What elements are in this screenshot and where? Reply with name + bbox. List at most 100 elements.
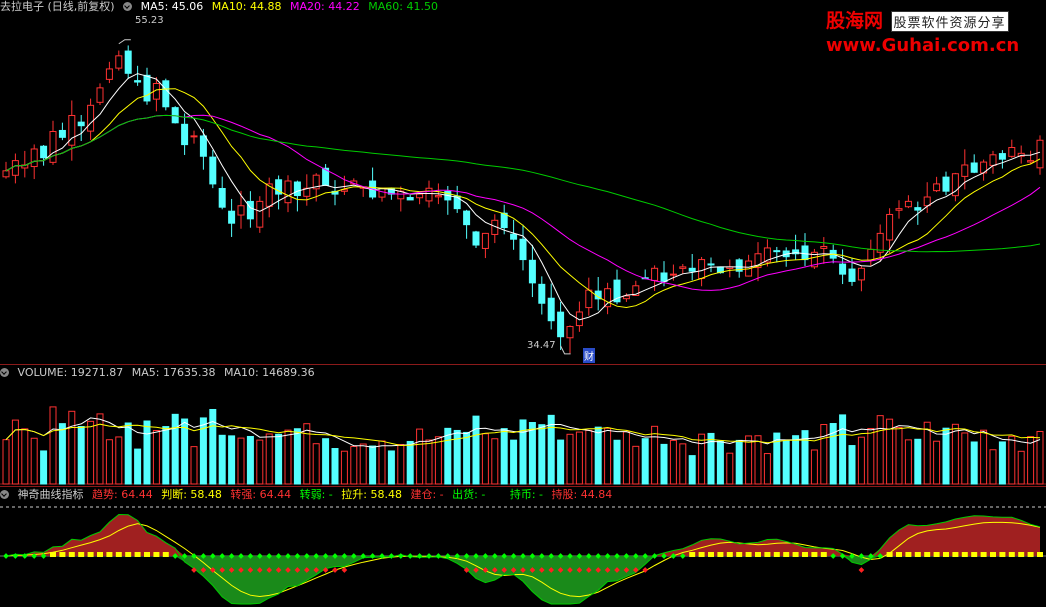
candle-body (453, 195, 461, 210)
indicator-marker (990, 552, 996, 557)
indicator-marker (980, 552, 987, 557)
candle-body (218, 188, 226, 208)
volume-bar (105, 439, 113, 485)
candle-body (77, 121, 85, 127)
indicator-marker (50, 552, 56, 557)
volume-bar (434, 436, 442, 485)
candle-body (463, 210, 471, 226)
low-marker (560, 345, 571, 355)
volume-bar (895, 427, 903, 485)
volume-bar (181, 418, 189, 485)
volume-bar (293, 428, 301, 485)
volume-bar (21, 428, 29, 485)
indicator-marker (820, 552, 827, 557)
candle-body (105, 68, 113, 80)
candle-body (96, 87, 104, 103)
indicator-marker (914, 552, 921, 557)
volume-bar (904, 439, 912, 485)
indicator-marker (388, 553, 395, 559)
low-price-label: 34.47 (527, 340, 556, 351)
volume-bar (1008, 435, 1016, 485)
candle-body (143, 74, 151, 102)
indicator-marker (426, 553, 432, 559)
indicator-marker (1037, 552, 1043, 557)
volume-bar (68, 410, 76, 485)
indicator-marker (1027, 552, 1034, 557)
indicator-marker (407, 553, 414, 559)
candle-body (49, 131, 57, 163)
indicator-marker (896, 552, 902, 557)
candle-body (115, 55, 123, 69)
volume-bar (604, 427, 612, 485)
volume-bar (58, 423, 66, 485)
volume-bar (237, 437, 245, 485)
volume-bar (275, 433, 283, 485)
candle-body (698, 259, 706, 279)
volume-bar (754, 435, 762, 485)
candle-body (566, 326, 574, 339)
candle-body (134, 80, 142, 83)
volume-bar (942, 427, 950, 485)
volume-bar (651, 425, 659, 485)
indicator-marker (1018, 552, 1025, 557)
candle-body (284, 180, 292, 204)
indicator-marker (745, 552, 752, 557)
indicator-marker (416, 553, 423, 559)
volume-bar (763, 453, 771, 485)
candle-body (209, 156, 217, 185)
candle-body (87, 104, 95, 132)
volume-bar (284, 429, 292, 485)
volume-bar (510, 439, 518, 485)
candle-body (622, 295, 630, 300)
high-price-label: 55.23 (135, 15, 164, 26)
volume-bar (716, 440, 724, 485)
finance-marker[interactable]: 财 (583, 348, 595, 363)
volume-bar (444, 427, 452, 485)
indicator-marker (97, 552, 103, 557)
candle-body (839, 263, 847, 275)
guhai-logo: 股海网 股票软件资源分享 www.Guhai.com.cn (826, 6, 1042, 56)
volume-bar (425, 439, 433, 485)
volume-bar (359, 443, 367, 485)
candle-body (2, 170, 10, 178)
volume-bar (387, 450, 395, 485)
volume-bar (528, 422, 536, 485)
stock-chart (0, 39, 1046, 605)
volume-bar (30, 437, 38, 485)
candle-body (434, 195, 442, 198)
volume-bar (143, 420, 151, 485)
indicator-marker (689, 552, 696, 557)
candle-body (481, 232, 489, 249)
indicator-marker (952, 552, 959, 557)
volume-bar (914, 438, 922, 485)
volume-bar (519, 419, 527, 485)
indicator-marker (773, 552, 780, 557)
candle-body (914, 207, 922, 211)
candle-body (11, 160, 19, 176)
candle-body (904, 200, 912, 208)
candle-body (707, 263, 715, 266)
volume-bar (810, 449, 818, 485)
volume-bar (575, 431, 583, 485)
candle-body (58, 129, 66, 138)
volume-bar (998, 441, 1006, 485)
volume-bar (989, 449, 997, 485)
volume-bar (124, 422, 132, 485)
candle-body (237, 205, 245, 216)
candle-body (557, 311, 565, 338)
volume-bar (134, 448, 142, 485)
indicator-marker (933, 552, 940, 557)
volume-bar (820, 424, 828, 485)
logo-tagline: 股票软件资源分享 (890, 11, 1009, 32)
volume-bar (369, 445, 377, 485)
candle-body (425, 187, 433, 202)
indicator-marker (1008, 552, 1015, 557)
volume-bar (839, 414, 847, 485)
indicator-marker (708, 552, 714, 557)
candle-body (472, 231, 480, 246)
volume-bar (1036, 430, 1044, 485)
candle-body (895, 208, 903, 211)
volume-bar (557, 439, 565, 485)
indicator-marker (764, 552, 771, 557)
candle-body (886, 213, 894, 241)
